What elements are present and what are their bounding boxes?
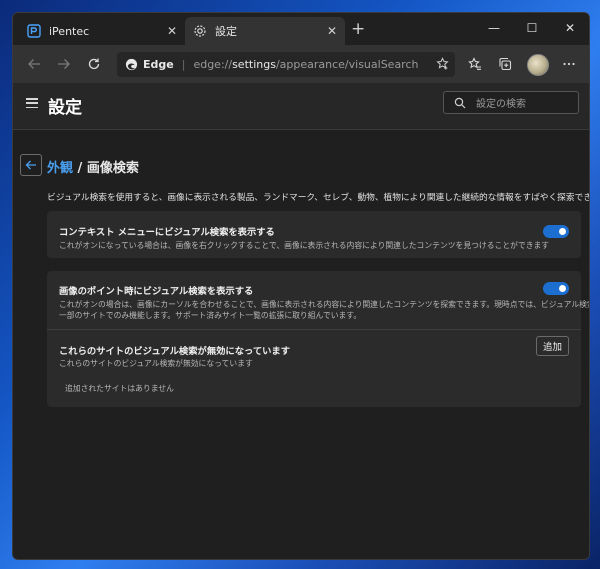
window-controls: — ☐ ✕ [475,13,589,43]
settings-page: 設定 設定の検索 外観 / 画像検索 ビジュアル検索を使用すると、画像に表示され… [13,83,589,559]
tab-close-icon[interactable]: ✕ [167,24,177,38]
edge-icon [125,58,138,71]
hover-setting-description-line2: 一部のサイトでのみ機能します。サポート済みサイト一覧の拡張に取り組んでいます。 [59,311,362,320]
context-menu-setting-title: コンテキスト メニューにビジュアル検索を表示する [59,227,275,238]
breadcrumb: 外観 / 画像検索 [47,157,139,176]
forward-icon[interactable] [53,53,75,75]
tab-label: iPentec [49,24,90,38]
tab-settings[interactable]: 設定 ✕ [185,17,345,45]
tab-close-icon[interactable]: ✕ [327,24,337,38]
search-icon [454,97,466,108]
tab-label: 設定 [215,25,237,38]
refresh-icon[interactable] [83,53,105,75]
more-options-icon[interactable] [559,54,579,74]
context-menu-toggle[interactable] [543,225,569,238]
hover-toggle[interactable] [543,282,569,295]
breadcrumb-current: 画像検索 [86,161,139,176]
back-icon[interactable] [23,53,45,75]
new-tab-button[interactable]: + [351,19,365,39]
breadcrumb-parent-link[interactable]: 外観 [47,161,73,176]
empty-sites-message: 追加されたサイトはありません [65,384,174,393]
tab-ipentec[interactable]: iPentec ✕ [19,17,185,45]
search-placeholder: 設定の検索 [476,99,526,110]
close-window-button[interactable]: ✕ [551,13,589,43]
address-separator: | [181,58,186,71]
settings-search-input[interactable]: 設定の検索 [443,91,579,114]
url-host: settings [232,58,276,71]
section-description: ビジュアル検索を使用すると、画像に表示される製品、ランドマーク、セレブ、動物、植… [47,193,590,203]
settings-header: 設定 設定の検索 [13,83,589,130]
browser-window: iPentec ✕ 設定 ✕ + — ☐ ✕ Edge | edge:// se… [12,12,590,560]
toolbar: Edge | edge://settings/appearance/visual… [13,45,589,83]
ipentec-favicon-icon [27,24,41,38]
hover-setting-card: 画像のポイント時にビジュアル検索を表示する これがオンの場合は、画像にカーソルを… [47,271,589,407]
maximize-button[interactable]: ☐ [513,13,551,43]
page-title: 設定 [48,98,82,118]
menu-icon[interactable] [26,98,38,108]
add-site-button[interactable]: 追加 [536,336,569,356]
minimize-button[interactable]: — [475,13,513,43]
collections-icon[interactable] [495,54,515,74]
disabled-sites-title: これらのサイトのビジュアル検索が無効になっています [59,346,291,357]
hover-setting-title: 画像のポイント時にビジュアル検索を表示する [59,286,254,297]
title-bar: iPentec ✕ 設定 ✕ + — ☐ ✕ [13,13,589,45]
favorites-icon[interactable] [465,54,485,74]
back-button[interactable] [20,154,42,176]
breadcrumb-separator: / [77,161,83,176]
gear-icon [193,24,207,38]
url-prefix: edge:// [193,58,233,71]
profile-avatar[interactable] [527,54,549,76]
address-bar[interactable]: Edge | edge://settings/appearance/visual… [117,52,455,77]
browser-name: Edge [143,58,174,71]
add-favorite-icon[interactable] [436,57,449,73]
hover-setting-description-line1: これがオンの場合は、画像にカーソルを合わせることで、画像に表示される内容により関… [59,300,590,309]
context-menu-setting-card: コンテキスト メニューにビジュアル検索を表示する これがオンになっている場合は、… [47,211,581,258]
back-arrow-icon [25,160,36,170]
url-path: /appearance/visualSearch [275,58,419,71]
context-menu-setting-description: これがオンになっている場合は、画像を右クリックすることで、画像に表示される内容に… [59,241,550,250]
card-divider [47,329,581,330]
disabled-sites-description: これらのサイトのビジュアル検索が無効になっています [59,359,253,368]
